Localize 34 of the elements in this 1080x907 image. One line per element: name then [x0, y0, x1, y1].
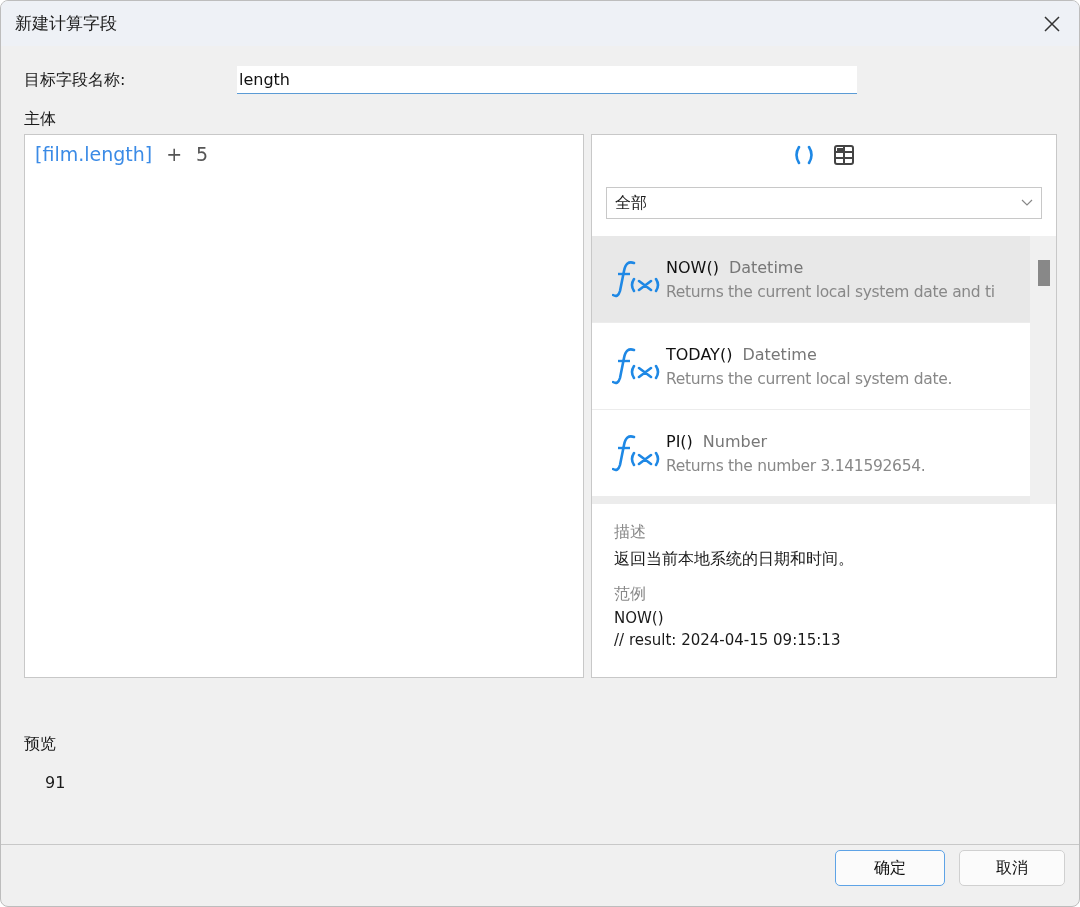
function-name: PI(): [666, 431, 693, 451]
name-input-field[interactable]: length: [237, 66, 857, 94]
function-item[interactable]: PI() Number Returns the number 3.141592654.: [592, 410, 1030, 496]
function-category: Datetime: [728, 257, 804, 277]
description-label: 描述: [614, 522, 646, 543]
expression-token: 5: [196, 143, 209, 165]
function-category: Number: [702, 431, 768, 451]
expression-editor[interactable]: [film.length] + 5: [24, 134, 584, 678]
expression-token: [film.length]: [35, 143, 153, 165]
function-description: Returns the current local system date.: [666, 369, 953, 388]
parentheses-icon: [793, 145, 815, 165]
cancel-button[interactable]: 取消: [959, 850, 1065, 886]
chevron-down-icon: [1021, 199, 1033, 207]
function-item[interactable]: NOW() Datetime Returns the current local system date and ti: [592, 236, 1030, 322]
category-dropdown[interactable]: 全部: [606, 187, 1042, 219]
preview-label: 预览: [24, 734, 56, 755]
example-code: NOW(): [614, 609, 664, 627]
confirm-button[interactable]: 确定: [835, 850, 945, 886]
example-code: // result: 2024-04-15 09:15:13: [614, 631, 841, 649]
section-label: 主体: [24, 109, 56, 130]
function-name: TODAY(): [666, 344, 733, 364]
window-title: 新建计算字段: [15, 12, 117, 35]
description-text: 返回当前本地系统的日期和时间。: [614, 549, 854, 570]
function-item[interactable]: TODAY() Datetime Returns the current local system date.: [592, 323, 1030, 409]
table-icon: [833, 145, 855, 165]
function-description: Returns the current local system date and ti: [666, 282, 995, 301]
function-description: Returns the number 3.141592654.: [666, 456, 926, 475]
function-name: NOW(): [666, 257, 719, 277]
field-label: 目标字段名称:: [24, 69, 127, 91]
close-icon: [1043, 14, 1061, 33]
example-label: 范例: [614, 584, 646, 605]
preview-value: 91: [45, 773, 66, 792]
expression-token: +: [166, 143, 183, 165]
function-category: Datetime: [742, 344, 817, 364]
